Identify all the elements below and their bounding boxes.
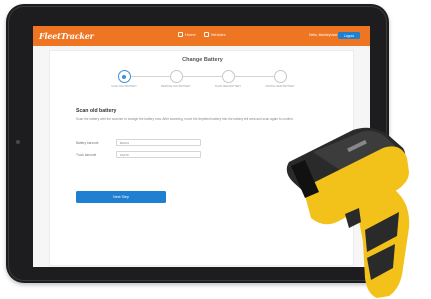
nav-item-vehicles[interactable]: Vehicles [203,32,226,37]
active-step-dot [122,74,126,79]
app-logo[interactable]: FleetTracker [39,31,94,41]
next-step-button[interactable]: Next Step [76,191,166,203]
step-circle [273,70,287,83]
stepper-line [122,76,282,77]
battery-barcode-row: Battery barcode BH021 [76,139,201,146]
step-label: REMOVE OLD BATTERY [161,85,191,88]
app-header: FleetTracker Home Vehicles Hello, Monkey… [33,26,370,46]
scanner-handle [357,190,410,298]
step-scan-new-battery: SCAN NEW BATTERY [208,70,248,88]
truck-barcode-row: Truck barcode FA079 [76,151,201,158]
step-label: SCAN NEW BATTERY [214,85,242,88]
step-label: INSTALL NEW BATTERY [265,85,295,88]
section-title: Scan old battery [76,108,117,114]
top-nav: Home Vehicles [178,32,226,37]
nav-item-label: Vehicles [210,32,226,37]
home-icon [178,32,183,37]
step-install-new-battery: INSTALL NEW BATTERY [260,70,300,88]
nav-item-label: Home [185,32,196,37]
truck-barcode-input[interactable]: FA079 [116,151,201,158]
field-label: Truck barcode [76,152,97,157]
nav-item-home[interactable]: Home [178,32,196,37]
step-label: SCAN OLD BATTERY [111,85,137,88]
step-remove-old-battery: REMOVE OLD BATTERY [156,70,196,88]
product-photo: FleetTracker Home Vehicles Hello, Monkey… [0,0,431,299]
step-circle [117,70,131,83]
barcode-scanner-image [286,127,410,298]
user-greeting[interactable]: Hello, MonkeyUser [309,33,338,37]
truck-icon [203,32,209,37]
field-label: Battery barcode [76,140,99,145]
step-scan-old-battery: SCAN OLD BATTERY [104,70,144,88]
battery-barcode-input[interactable]: BH021 [116,139,201,146]
step-circle [221,70,235,83]
logout-button[interactable]: Logout [338,32,360,39]
tablet-camera [16,140,20,144]
progress-stepper: SCAN OLD BATTERY REMOVE OLD BATTERY SCAN… [111,70,295,90]
page-title: Change Battery [182,57,223,63]
step-circle [169,70,183,83]
